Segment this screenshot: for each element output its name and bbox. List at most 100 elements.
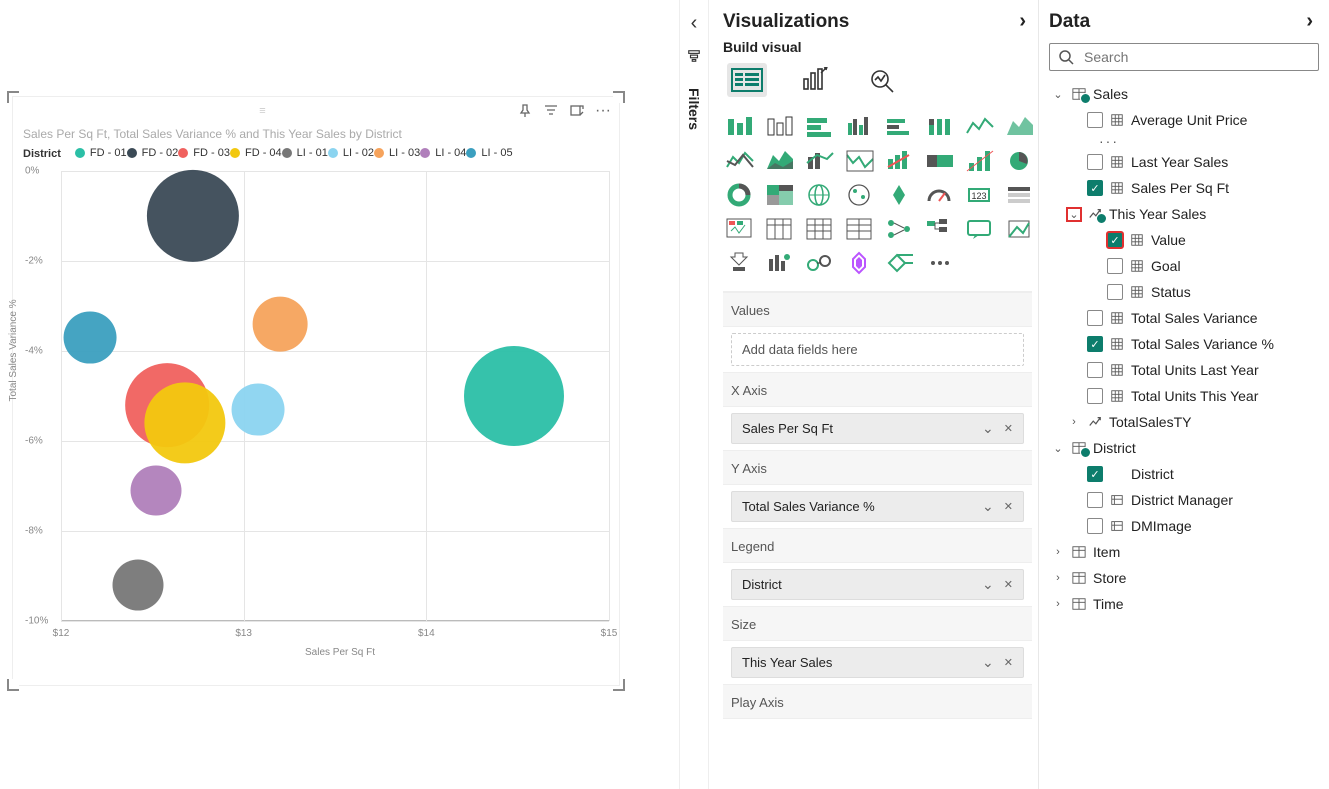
more-options-icon[interactable]: ··· <box>595 103 611 119</box>
analytics-tab[interactable] <box>863 63 903 97</box>
field-this-year-sales[interactable]: ⌄This Year Sales <box>1049 201 1319 227</box>
resize-handle[interactable] <box>7 679 19 691</box>
remove-field-icon[interactable] <box>1004 654 1013 671</box>
viz-type-icon[interactable] <box>803 113 837 141</box>
viz-type-icon[interactable] <box>843 147 877 175</box>
viz-type-icon[interactable] <box>763 215 797 243</box>
bubble-point[interactable] <box>146 170 238 262</box>
checkbox[interactable] <box>1107 284 1123 300</box>
viz-type-icon[interactable] <box>763 113 797 141</box>
checkbox[interactable] <box>1087 362 1103 378</box>
viz-type-icon[interactable] <box>723 249 757 277</box>
viz-type-icon[interactable] <box>923 181 957 209</box>
viz-type-icon[interactable] <box>723 215 757 243</box>
remove-field-icon[interactable] <box>1004 576 1013 593</box>
table-time[interactable]: ›Time <box>1049 591 1319 617</box>
legend-item[interactable]: FD - 04 <box>230 147 282 159</box>
viz-type-icon[interactable] <box>883 181 917 209</box>
legend-item[interactable]: LI - 03 <box>374 147 420 159</box>
field-menu-icon[interactable] <box>982 576 994 593</box>
search-box[interactable] <box>1049 43 1319 71</box>
table-district[interactable]: ⌄District <box>1049 435 1319 461</box>
more-fields-indicator[interactable]: ··· <box>1049 133 1319 149</box>
viz-type-icon[interactable] <box>1003 215 1037 243</box>
field-goal[interactable]: Goal <box>1049 253 1319 279</box>
scatter-chart-visual[interactable]: ≡ ··· Sales Per Sq Ft, Total Sales Varia… <box>12 96 620 686</box>
xaxis-field-pill[interactable]: Sales Per Sq Ft <box>731 413 1024 444</box>
viz-type-icon[interactable] <box>883 249 917 277</box>
size-field-pill[interactable]: This Year Sales <box>731 647 1024 678</box>
legend-item[interactable]: FD - 03 <box>178 147 230 159</box>
field-dmimage[interactable]: DMImage <box>1049 513 1319 539</box>
field-status[interactable]: Status <box>1049 279 1319 305</box>
viz-type-icon[interactable] <box>803 215 837 243</box>
viz-type-icon[interactable] <box>803 181 837 209</box>
viz-type-icon[interactable] <box>883 113 917 141</box>
field-district-manager[interactable]: District Manager <box>1049 487 1319 513</box>
field-total-units-this-year[interactable]: Total Units This Year <box>1049 383 1319 409</box>
viz-type-icon[interactable] <box>883 147 917 175</box>
bubble-point[interactable] <box>64 311 117 364</box>
viz-type-icon[interactable] <box>803 147 837 175</box>
checkbox-checked-highlighted[interactable] <box>1107 232 1123 248</box>
viz-type-icon[interactable] <box>923 249 957 277</box>
bubble-point[interactable] <box>130 465 181 516</box>
search-input[interactable] <box>1082 48 1310 66</box>
field-avg-unit-price[interactable]: Average Unit Price <box>1049 107 1319 133</box>
viz-type-icon[interactable] <box>803 249 837 277</box>
field-menu-icon[interactable] <box>982 654 994 671</box>
bubble-point[interactable] <box>253 297 308 352</box>
field-last-year-sales[interactable]: Last Year Sales <box>1049 149 1319 175</box>
legend-item[interactable]: FD - 02 <box>127 147 179 159</box>
legend-item[interactable]: LI - 05 <box>466 147 512 159</box>
checkbox-checked[interactable] <box>1087 180 1103 196</box>
field-value[interactable]: Value <box>1049 227 1319 253</box>
viz-type-icon[interactable] <box>923 215 957 243</box>
checkbox[interactable] <box>1087 388 1103 404</box>
checkbox[interactable] <box>1087 492 1103 508</box>
yaxis-field-pill[interactable]: Total Sales Variance % <box>731 491 1024 522</box>
legend-field-pill[interactable]: District <box>731 569 1024 600</box>
legend-item[interactable]: FD - 01 <box>75 147 127 159</box>
table-sales[interactable]: ⌄Sales <box>1049 81 1319 107</box>
filter-icon[interactable] <box>543 103 559 119</box>
resize-handle[interactable] <box>613 679 625 691</box>
checkbox[interactable] <box>1087 518 1103 534</box>
focus-mode-icon[interactable] <box>569 103 585 119</box>
viz-type-icon[interactable] <box>923 147 957 175</box>
values-well-dropzone[interactable]: Add data fields here <box>731 333 1024 366</box>
viz-type-icon[interactable] <box>1003 181 1037 209</box>
field-total-units-last-year[interactable]: Total Units Last Year <box>1049 357 1319 383</box>
legend-item[interactable]: LI - 01 <box>282 147 328 159</box>
viz-type-icon[interactable] <box>843 113 877 141</box>
filters-label[interactable]: Filters <box>686 88 702 130</box>
viz-type-icon[interactable] <box>883 215 917 243</box>
legend-item[interactable]: LI - 04 <box>420 147 466 159</box>
field-totalsalesty[interactable]: ›TotalSalesTY <box>1049 409 1319 435</box>
expand-filters-icon[interactable] <box>691 12 698 35</box>
viz-type-icon[interactable] <box>963 215 997 243</box>
remove-field-icon[interactable] <box>1004 498 1013 515</box>
viz-type-icon[interactable] <box>963 147 997 175</box>
viz-type-icon[interactable] <box>723 181 757 209</box>
viz-type-icon[interactable] <box>963 113 997 141</box>
viz-type-icon[interactable] <box>723 147 757 175</box>
collapse-data-pane-icon[interactable] <box>1306 10 1313 33</box>
format-visual-tab[interactable] <box>795 63 835 97</box>
checkbox[interactable] <box>1087 112 1103 128</box>
bubble-point[interactable] <box>112 560 163 611</box>
viz-type-icon[interactable] <box>763 249 797 277</box>
viz-type-icon[interactable] <box>1003 147 1037 175</box>
resize-handle[interactable] <box>7 91 19 103</box>
viz-type-icon[interactable] <box>843 181 877 209</box>
checkbox-checked[interactable] <box>1087 466 1103 482</box>
field-menu-icon[interactable] <box>982 498 994 515</box>
table-item[interactable]: ›Item <box>1049 539 1319 565</box>
pin-icon[interactable] <box>517 103 533 119</box>
bubble-point[interactable] <box>464 346 564 446</box>
report-canvas[interactable]: ≡ ··· Sales Per Sq Ft, Total Sales Varia… <box>0 0 679 789</box>
viz-type-icon[interactable] <box>1003 113 1037 141</box>
bubble-point[interactable] <box>145 382 226 463</box>
viz-type-icon[interactable] <box>763 181 797 209</box>
field-district[interactable]: District <box>1049 461 1319 487</box>
